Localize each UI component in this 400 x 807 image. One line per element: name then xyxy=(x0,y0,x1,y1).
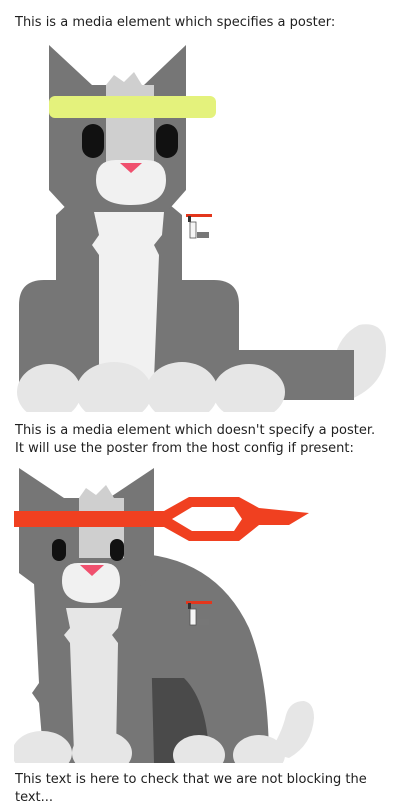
cat-eye-left xyxy=(82,124,104,158)
play-icon[interactable] xyxy=(186,214,212,239)
cat-eye-right xyxy=(110,539,124,561)
media-caption-1: This is a media element which specifies … xyxy=(15,15,336,30)
media-caption-2: This is a media element which doesn't sp… xyxy=(15,423,376,456)
cat-eye-right xyxy=(156,124,178,158)
media-poster-1[interactable] xyxy=(14,40,386,412)
yellow-headband xyxy=(49,96,216,118)
footer-text: This text is here to check that we are n… xyxy=(15,772,367,805)
cat-eye-left xyxy=(52,539,66,561)
media-poster-2[interactable] xyxy=(14,463,314,763)
